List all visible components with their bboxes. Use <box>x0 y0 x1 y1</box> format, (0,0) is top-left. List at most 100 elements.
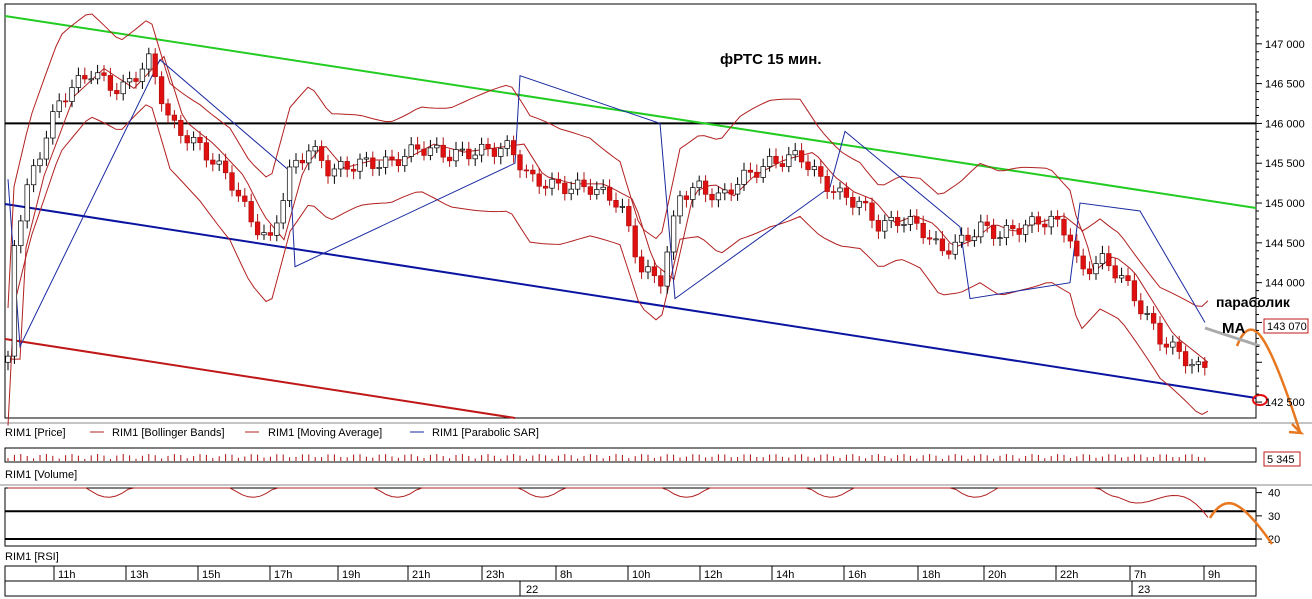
candle-body <box>562 182 568 195</box>
candle-body <box>754 171 760 178</box>
legend-sar: RIM1 [Parabolic SAR] <box>432 427 539 439</box>
candle-body <box>939 238 946 252</box>
candle-body <box>446 156 453 162</box>
candle-body <box>376 167 382 169</box>
candle-body <box>1170 341 1176 348</box>
candle-body <box>862 200 869 204</box>
candle-body <box>798 150 805 163</box>
candle-body <box>626 206 632 227</box>
chart-title: фРТС 15 мин. <box>720 51 822 68</box>
candle-body <box>1010 225 1016 229</box>
candle-body <box>555 178 562 184</box>
price-tick-label: 146 500 <box>1265 79 1305 91</box>
candle-body <box>1157 322 1163 345</box>
candle-body <box>466 148 472 160</box>
candle-body <box>594 189 600 195</box>
candle-body <box>722 189 728 194</box>
time-tick-label: 12h <box>704 569 722 581</box>
candle-body <box>568 188 574 195</box>
candle-body <box>453 149 459 162</box>
candle-body <box>574 179 581 190</box>
candle-body <box>382 156 389 168</box>
candle-body <box>632 225 638 258</box>
candle-body <box>875 220 882 232</box>
candle-body <box>824 176 830 192</box>
candle-body <box>312 146 318 152</box>
candle-body <box>1042 223 1048 228</box>
candle-body <box>600 186 606 190</box>
candle-body <box>120 81 126 95</box>
ma-annotation: МА <box>1222 320 1245 337</box>
candle-body <box>984 221 990 226</box>
candle-body <box>229 172 235 191</box>
candle-body <box>1035 216 1042 225</box>
time-tick-label: 11h <box>58 569 76 581</box>
candle-body <box>203 142 210 161</box>
candle-body <box>139 68 146 82</box>
candle-body <box>440 144 446 158</box>
candle-body <box>1163 343 1170 348</box>
candle-body <box>1022 224 1029 235</box>
candle-body <box>50 111 56 139</box>
candle-body <box>549 178 555 189</box>
candle-body <box>837 187 843 193</box>
candle-body <box>965 234 971 241</box>
candle-body <box>1125 275 1131 282</box>
candle-body <box>1182 351 1189 367</box>
candle-body <box>254 221 261 236</box>
candle-body <box>242 195 248 202</box>
candle-body <box>82 75 88 80</box>
candle-body <box>184 135 190 144</box>
candle-body <box>88 78 94 81</box>
candle-body <box>997 237 1003 240</box>
candle-body <box>1003 225 1010 239</box>
candle-body <box>101 72 107 76</box>
time-tick-label: 19h <box>342 569 360 581</box>
candle-body <box>696 180 702 188</box>
candle-body <box>197 136 203 143</box>
candle-body <box>146 53 152 70</box>
candle-body <box>920 222 926 239</box>
time-tick-label: 9h <box>1208 569 1220 581</box>
candle-body <box>619 206 626 208</box>
candle-body <box>114 90 120 95</box>
candle-body <box>126 78 133 83</box>
candle-body <box>536 173 542 187</box>
candle-body <box>818 166 824 177</box>
time-tick-label: 20h <box>988 569 1006 581</box>
candle-body <box>658 275 664 287</box>
candle-body <box>261 232 267 236</box>
volume-label: RIM1 [Volume] <box>5 469 77 481</box>
candle-body <box>190 136 197 144</box>
candle-body <box>267 232 274 236</box>
candle-body <box>882 220 888 232</box>
candle-body <box>581 179 587 188</box>
candle-body <box>69 87 75 102</box>
candle-body <box>933 238 939 241</box>
candle-body <box>56 100 62 113</box>
candle-body <box>1150 313 1157 324</box>
candle-body <box>990 225 997 239</box>
candle-body <box>363 157 370 160</box>
candle-body <box>43 137 50 160</box>
candle-body <box>914 216 920 224</box>
time-tick-label: 8h <box>560 569 572 581</box>
candle-body <box>1138 300 1144 315</box>
chart-frames <box>0 3 1312 597</box>
legend-ma: RIM1 [Moving Average] <box>268 427 382 439</box>
candle-body <box>760 166 766 178</box>
candle-body <box>677 195 683 217</box>
legend: RIM1 [Price] RIM1 [Bollinger Bands] RIM1… <box>5 427 539 439</box>
candle-body <box>850 197 856 208</box>
candle-body <box>395 159 402 167</box>
candle-body <box>1106 253 1112 267</box>
price-tick-label: 144 000 <box>1265 278 1305 290</box>
candle-body <box>133 78 139 82</box>
time-tick-label: 18h <box>922 569 940 581</box>
candle-body <box>350 168 357 172</box>
candle-body <box>24 184 30 222</box>
candle-body <box>1176 341 1182 352</box>
candle-body <box>952 241 958 255</box>
candle-body <box>94 72 101 80</box>
rsi-label: RIM1 [RSI] <box>5 551 59 563</box>
